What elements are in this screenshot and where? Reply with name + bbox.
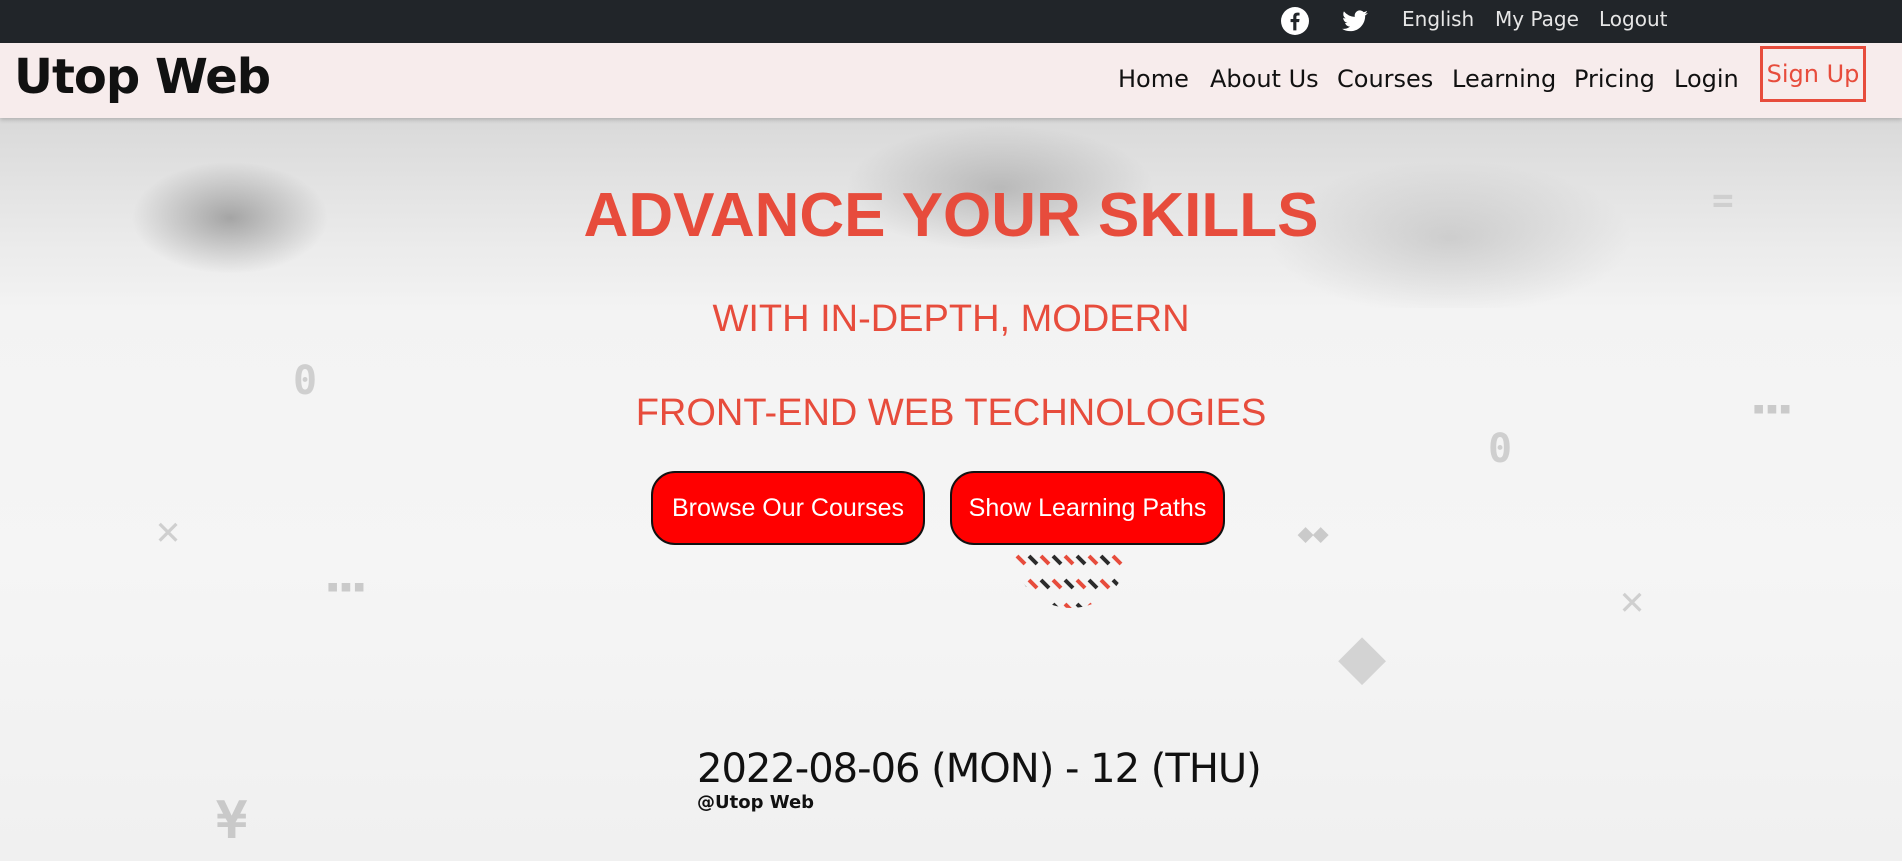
nav-pricing[interactable]: Pricing <box>1574 65 1655 93</box>
nav-login[interactable]: Login <box>1674 65 1739 93</box>
nav-courses[interactable]: Courses <box>1337 65 1433 93</box>
nav-home[interactable]: Home <box>1118 65 1189 93</box>
top-utility-bar: English My Page Logout <box>0 0 1902 43</box>
diamond-pattern-decoration: ◆ <box>1338 608 1387 701</box>
language-link[interactable]: English <box>1402 7 1474 31</box>
hero-subline-1: WITH IN-DEPTH, MODERN <box>712 298 1190 340</box>
event-date: 2022-08-06 (MON) - 12 (THU) <box>697 746 1262 792</box>
facebook-icon[interactable] <box>1281 7 1309 35</box>
my-page-link[interactable]: My Page <box>1495 7 1579 31</box>
dots-decoration: ⬩⬩ <box>1298 508 1329 557</box>
cross-decoration: ✕ <box>1620 578 1645 624</box>
nav-about-us[interactable]: About Us <box>1210 65 1319 93</box>
main-navbar: Utop Web Home About Us Courses Learning … <box>0 43 1902 118</box>
show-learning-paths-button[interactable]: Show Learning Paths <box>950 471 1225 545</box>
yen-icon: ¥ <box>216 791 248 851</box>
nav-learning[interactable]: Learning <box>1452 65 1556 93</box>
hero-headline: ADVANCE YOUR SKILLS <box>583 181 1319 250</box>
sign-up-button[interactable]: Sign Up <box>1760 46 1866 102</box>
dash-pattern-decoration <box>1015 554 1123 608</box>
hero-section: 0 0 ✕ ✕ = ⬩⬩ ▪▪▪ ▪▪▪ ◆ ¥ ADVANCE YOUR SK… <box>0 118 1902 861</box>
pixel-decoration: ▪▪▪ <box>326 574 366 599</box>
browse-courses-button[interactable]: Browse Our Courses <box>651 471 925 545</box>
cross-decoration: ✕ <box>156 508 181 554</box>
twitter-icon[interactable] <box>1341 7 1369 35</box>
hero-subline-2: FRONT-END WEB TECHNOLOGIES <box>635 392 1267 434</box>
event-host: @Utop Web <box>697 792 815 813</box>
brand-logo[interactable]: Utop Web <box>14 49 271 105</box>
logout-link[interactable]: Logout <box>1599 7 1667 31</box>
